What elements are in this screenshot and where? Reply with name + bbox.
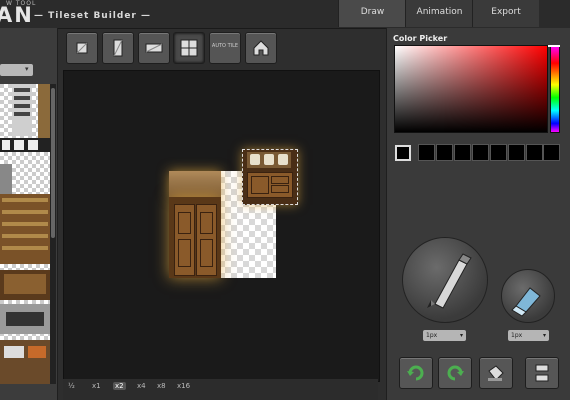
- hue-slider-handle[interactable]: [548, 45, 560, 47]
- zoom-x2-button[interactable]: x2: [113, 382, 126, 390]
- hue-slider[interactable]: [550, 45, 560, 133]
- tile-size-1x1-button[interactable]: [66, 32, 98, 64]
- color-swatch[interactable]: [526, 144, 543, 161]
- cupboard-tile-selection[interactable]: [242, 149, 298, 205]
- color-swatch[interactable]: [543, 144, 560, 161]
- door-tile: [169, 197, 221, 278]
- zoom-x1-button[interactable]: x1: [92, 382, 101, 390]
- color-swatch[interactable]: [472, 144, 489, 161]
- redo-button[interactable]: [438, 357, 472, 389]
- eraser-size-select[interactable]: 1px ▾: [508, 330, 549, 341]
- undo-icon: [407, 365, 424, 381]
- zoom-half-button[interactable]: ½: [68, 382, 75, 390]
- tab-draw[interactable]: Draw: [338, 0, 406, 27]
- chevron-down-icon: ▾: [542, 332, 546, 339]
- fill-button[interactable]: [479, 357, 513, 389]
- color-swatch[interactable]: [508, 144, 525, 161]
- zoom-x8-button[interactable]: x8: [157, 382, 166, 390]
- autotile-label: AUTO TILE: [211, 43, 239, 49]
- eraser-icon: [511, 287, 541, 317]
- tile-size-2x2-button[interactable]: [173, 32, 205, 64]
- tab-export[interactable]: Export: [472, 0, 539, 27]
- zoom-x16-button[interactable]: x16: [177, 382, 190, 390]
- wall-top-tile: [169, 171, 221, 197]
- chevron-down-icon: ▾: [459, 332, 463, 339]
- tile-size-2x1-button[interactable]: [138, 32, 170, 64]
- color-swatch[interactable]: [454, 144, 471, 161]
- pen-tool-button[interactable]: [402, 237, 488, 323]
- drawing-canvas[interactable]: [63, 70, 380, 382]
- color-swatch[interactable]: [436, 144, 453, 161]
- color-swatch[interactable]: [490, 144, 507, 161]
- pen-size-value: 1px: [426, 332, 438, 339]
- tileset-preview[interactable]: [0, 84, 50, 384]
- color-picker-title: Color Picker: [393, 34, 448, 43]
- bucket-icon: [488, 365, 504, 381]
- autotile-button[interactable]: AUTO TILE: [209, 32, 241, 64]
- home-icon: [253, 40, 269, 56]
- page-title: — Tileset Builder —: [34, 11, 151, 21]
- tile-size-1x2-button[interactable]: [102, 32, 134, 64]
- undo-button[interactable]: [399, 357, 433, 389]
- color-swatch-selected[interactable]: [395, 145, 411, 161]
- app-logo: AN: [0, 3, 34, 27]
- home-button[interactable]: [245, 32, 277, 64]
- redo-icon: [447, 365, 464, 381]
- color-swatch[interactable]: [418, 144, 435, 161]
- scrollbar-thumb[interactable]: [51, 88, 55, 238]
- eraser-tool-button[interactable]: [501, 269, 555, 323]
- pen-size-select[interactable]: 1px ▾: [423, 330, 466, 341]
- chevron-down-icon: ▾: [25, 65, 29, 73]
- zoom-bar: [63, 379, 378, 400]
- flip-icon: [535, 364, 549, 382]
- flip-button[interactable]: [525, 357, 559, 389]
- zoom-x4-button[interactable]: x4: [137, 382, 146, 390]
- pencil-icon: [427, 253, 472, 309]
- saturation-value-picker[interactable]: [394, 45, 548, 133]
- tab-animation[interactable]: Animation: [405, 0, 473, 27]
- eraser-size-value: 1px: [511, 332, 523, 339]
